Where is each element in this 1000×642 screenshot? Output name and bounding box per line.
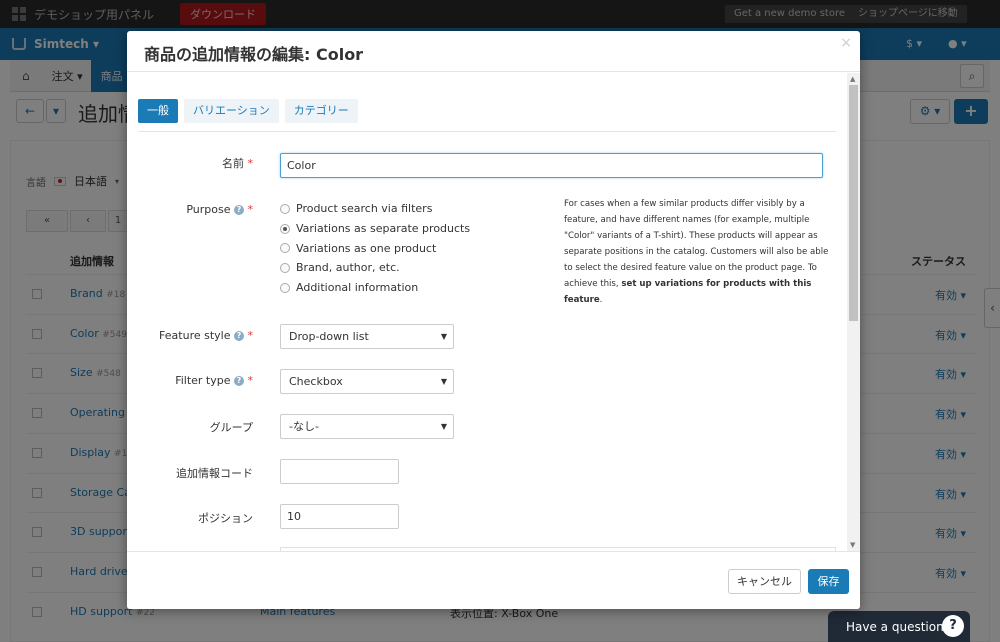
scroll-thumb[interactable] [849,85,858,321]
close-icon[interactable]: × [840,35,852,51]
feature-style-select[interactable]: Drop-down list ▼ [280,324,454,349]
dialog-header: 商品の追加情報の編集: Color × [127,31,860,72]
chevron-down-icon: ▼ [440,332,447,341]
cancel-button[interactable]: キャンセル [728,569,801,594]
tab-general[interactable]: 一般 [138,99,178,123]
purpose-option-separate-products[interactable]: Variations as separate products [280,219,470,239]
name-label: 名前 * [222,157,253,170]
group-select[interactable]: -なし- ▼ [280,414,454,439]
help-icon[interactable]: ? [234,205,244,215]
scroll-up-icon[interactable]: ▲ [850,75,855,83]
save-button[interactable]: 保存 [808,569,849,594]
group-label: グループ [209,421,253,434]
feature-style-label: Feature style ? * [159,329,253,342]
name-input[interactable]: Color [280,153,823,178]
help-icon[interactable]: ? [234,331,244,341]
help-widget[interactable]: Have a question? ? [828,611,970,642]
purpose-label: Purpose ? * [186,203,253,216]
scroll-down-icon[interactable]: ▼ [850,541,855,549]
position-label: ポジション [198,512,253,525]
dialog-tabs: 一般 バリエーション カテゴリー [138,99,358,123]
help-widget-label: Have a question? [846,619,951,634]
tabs-divider [138,131,836,132]
dialog-footer: キャンセル 保存 [127,551,860,609]
help-icon[interactable]: ? [234,376,244,386]
position-input[interactable]: 10 [280,504,399,529]
feature-code-input[interactable] [280,459,399,484]
purpose-option-brand[interactable]: Brand, author, etc. [280,258,470,278]
tab-variations[interactable]: バリエーション [184,99,279,123]
dialog-title: 商品の追加情報の編集: Color [144,45,364,64]
question-icon: ? [942,615,964,637]
tab-categories[interactable]: カテゴリー [284,99,358,123]
purpose-option-filters[interactable]: Product search via filters [280,199,470,219]
purpose-help-text: For cases when a few similar products di… [564,199,829,305]
chevron-down-icon: ▼ [440,422,447,431]
filter-type-label: Filter type ? * [175,374,253,387]
dialog-scrollbar[interactable]: ▲ ▼ [847,73,860,551]
edit-feature-dialog: 商品の追加情報の編集: Color × 一般 バリエーション カテゴリー 名前 … [127,31,860,609]
purpose-option-one-product[interactable]: Variations as one product [280,238,470,258]
chevron-down-icon: ▼ [440,377,447,386]
purpose-radio-group: Product search via filters Variations as… [280,199,470,297]
dialog-body: 一般 バリエーション カテゴリー 名前 * Color Purpose ? * … [127,73,847,551]
filter-type-select[interactable]: Checkbox ▼ [280,369,454,394]
feature-code-label: 追加情報コード [176,467,253,480]
purpose-option-additional-info[interactable]: Additional information [280,278,470,298]
